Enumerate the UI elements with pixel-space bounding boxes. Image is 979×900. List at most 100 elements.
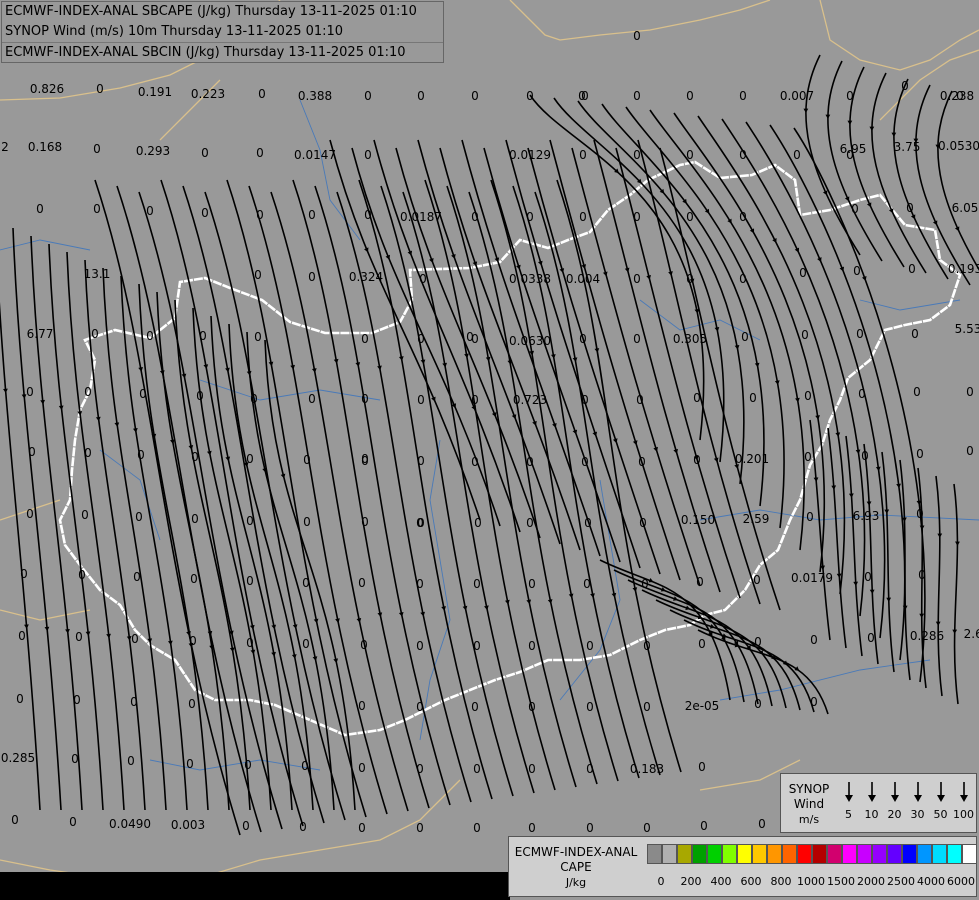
cape-value-label: 0: [586, 700, 594, 714]
streamline: [0, 301, 41, 811]
synop-speed-label: 30: [910, 808, 925, 821]
cape-value-label: 0: [416, 821, 424, 835]
cape-value-label: 0: [244, 758, 252, 772]
cape-color-swatch: [707, 844, 722, 864]
cape-value-label: 0.201: [735, 452, 769, 466]
cape-value-label: 0: [81, 508, 89, 522]
streamline: [641, 589, 773, 707]
streamline-arrowhead: [935, 621, 941, 627]
streamline-arrowhead: [919, 613, 925, 619]
cape-value-label: 0: [201, 206, 209, 220]
cape-value-label: 2e-05: [685, 699, 720, 713]
synop-speed-item: 10: [860, 780, 883, 821]
cape-value-label: 0: [364, 208, 372, 222]
cape-value-label: 0: [11, 813, 19, 827]
cape-value-label: 0: [419, 272, 427, 286]
streamline: [935, 475, 943, 697]
cape-value-label: 0: [191, 512, 199, 526]
cape-value-label: 0: [361, 332, 369, 346]
streamline-arrowhead: [825, 114, 831, 120]
cape-value-label: 0: [146, 204, 154, 218]
cape-value-label: 0: [416, 639, 424, 653]
cape-value-label: 0: [851, 202, 859, 216]
cape-value-label: 0: [26, 385, 34, 399]
cape-color-legend: ECMWF-INDEX-ANAL CAPE J/kg 0 200 400 600 800…: [508, 836, 977, 897]
cape-value-label: 3.75: [894, 140, 921, 154]
cape-value-label: 2.59: [743, 512, 770, 526]
synop-speed-label: 50: [933, 808, 948, 821]
cape-value-label: 0: [466, 330, 474, 344]
cape-value-label: 5.53: [955, 322, 979, 336]
cape-value-label: 0: [739, 148, 747, 162]
cape-value-label: 0: [246, 514, 254, 528]
streamline-arrowhead: [836, 573, 842, 579]
synop-wind-legend: SYNOP Wind m/s 5 10 20 30 50 100: [780, 773, 977, 833]
cape-value-label: 0: [639, 516, 647, 530]
cape-color-swatch: [842, 844, 857, 864]
cape-value-label: 0: [686, 148, 694, 162]
streamline-arrowhead: [891, 132, 897, 138]
streamline: [827, 427, 847, 649]
cape-value-label: 6.95: [840, 142, 867, 156]
border-line: [0, 779, 461, 881]
cape-color-swatch: [647, 844, 662, 864]
cape-value-label: 0: [473, 577, 481, 591]
cape-value-label: 0: [201, 146, 209, 160]
streamline-arrowhead: [3, 388, 8, 394]
streamline-arrowhead: [937, 533, 943, 538]
cape-tick-label: 0: [657, 875, 665, 888]
cape-value-label: 0: [416, 577, 424, 591]
cape-value-label: 0: [127, 754, 135, 768]
streamline-arrowhead: [803, 108, 809, 114]
cape-value-label: 0.723: [513, 393, 547, 407]
cape-color-swatch: [767, 844, 782, 864]
cape-value-label: 0: [36, 202, 44, 216]
streamline-arrowhead: [85, 631, 91, 637]
cape-value-label: 0.0338: [509, 272, 551, 286]
cape-value-label: 0: [643, 639, 651, 653]
cape-value-label: 2: [1, 140, 9, 154]
streamline: [490, 179, 619, 782]
cape-value-label: 0: [810, 633, 818, 647]
cape-value-label: 0: [583, 577, 591, 591]
cape-value-label: 0: [84, 385, 92, 399]
cape-value-label: 0: [956, 89, 964, 103]
cape-color-swatch: [797, 844, 812, 864]
wind-arrow-icon: [844, 782, 853, 802]
cape-value-label: 0: [308, 270, 316, 284]
cape-value-label: 0: [864, 570, 872, 584]
cape-value-label: 0: [696, 575, 704, 589]
streamline-arrowhead: [40, 399, 46, 405]
cape-tick-label: 200: [680, 875, 702, 888]
cape-value-label: 0: [301, 759, 309, 773]
cape-value-label: 0: [302, 637, 310, 651]
synop-speed-label: 5: [845, 808, 852, 821]
cape-value-label: 0: [578, 89, 586, 103]
cape-value-label: 2.60: [964, 627, 979, 641]
cape-tick-label: 400: [710, 875, 732, 888]
streamline-arrowhead: [848, 493, 854, 498]
cape-value-label: 0: [810, 695, 818, 709]
cape-value-label: 0: [643, 821, 651, 835]
cape-value-label: 0: [698, 637, 706, 651]
streamline-arrowhead: [952, 629, 958, 635]
cape-value-label: 0: [579, 210, 587, 224]
streamline: [721, 118, 866, 617]
cape-value-label: 0: [250, 392, 258, 406]
cape-value-label: 0.004: [566, 272, 600, 286]
streamline-arrowhead: [869, 126, 875, 132]
streamline: [649, 109, 805, 551]
cape-value-label: 0.223: [191, 87, 225, 101]
streamline-arrowhead: [44, 626, 50, 632]
cape-value-label: 0: [471, 393, 479, 407]
cape-value-label: 0: [853, 264, 861, 278]
streamline-arrowhead: [58, 405, 64, 411]
streamline: [30, 235, 83, 811]
cape-value-label: 13.1: [84, 267, 111, 281]
cape-value-label: 0: [471, 700, 479, 714]
streamline-arrowhead: [853, 581, 859, 587]
streamline-arrowhead: [65, 629, 70, 634]
header-line-cin: ECMWF-INDEX-ANAL SBCIN (J/kg) Thursday 1…: [2, 42, 443, 63]
streamline: [192, 307, 272, 811]
cape-value-label: 0: [358, 699, 366, 713]
